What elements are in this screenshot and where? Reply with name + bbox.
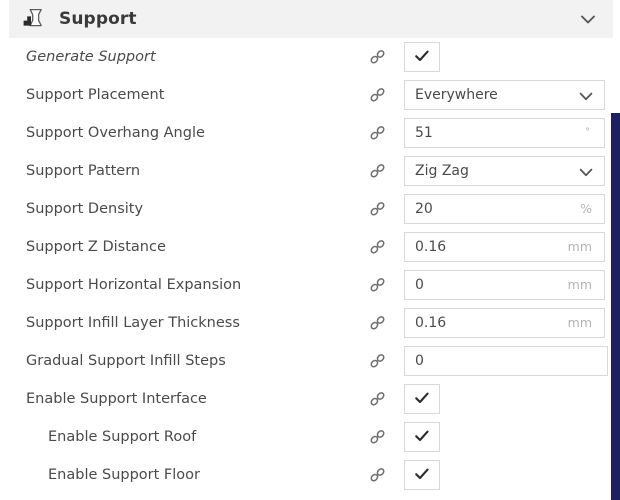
link-chain-icon[interactable] — [368, 428, 388, 446]
value-support-overhang-angle: 51 — [415, 125, 433, 141]
setting-label-support-placement: Support Placement — [26, 87, 165, 103]
value-support-placement: Everywhere — [415, 87, 498, 103]
category-title: Support — [59, 8, 137, 29]
checkbox-enable-support-floor[interactable] — [404, 460, 440, 490]
dropdown-support-placement[interactable]: Everywhere — [404, 80, 605, 110]
setting-label-enable-support-roof: Enable Support Roof — [48, 429, 197, 445]
input-support-infill-layer-thickness[interactable]: 0.16 mm — [404, 308, 605, 338]
input-support-z-distance[interactable]: 0.16 mm — [404, 232, 605, 262]
setting-label-enable-support-interface: Enable Support Interface — [26, 391, 207, 407]
setting-row-support-infill-layer-thickness: Support Infill Layer Thickness 0.16 mm — [0, 304, 620, 342]
support-settings-panel: Support Generate Support Support Placemen… — [0, 0, 620, 500]
category-header-support[interactable]: Support — [9, 0, 613, 38]
link-chain-icon[interactable] — [368, 48, 388, 66]
setting-row-support-horizontal-expansion: Support Horizontal Expansion 0 mm — [0, 266, 620, 304]
setting-row-enable-support-interface: Enable Support Interface — [0, 380, 620, 418]
unit-support-overhang-angle: ° — [585, 127, 590, 138]
dropdown-support-pattern[interactable]: Zig Zag — [404, 156, 605, 186]
setting-label-enable-support-floor: Enable Support Floor — [48, 467, 201, 483]
setting-row-support-overhang-angle: Support Overhang Angle 51 ° — [0, 114, 620, 152]
unit-support-infill-layer-thickness: mm — [567, 315, 592, 330]
setting-label-support-z-distance: Support Z Distance — [26, 239, 166, 255]
setting-label-support-infill-layer-thickness: Support Infill Layer Thickness — [26, 315, 240, 331]
setting-label-support-horizontal-expansion: Support Horizontal Expansion — [26, 277, 242, 293]
input-support-density[interactable]: 20% — [404, 194, 605, 224]
link-chain-icon[interactable] — [368, 352, 388, 370]
link-chain-icon[interactable] — [368, 276, 388, 294]
chevron-down-icon[interactable] — [578, 88, 594, 102]
input-support-horizontal-expansion[interactable]: 0 mm — [404, 270, 605, 300]
link-chain-icon[interactable] — [368, 86, 388, 104]
unit-support-z-distance: mm — [567, 239, 592, 254]
link-chain-icon[interactable] — [368, 162, 388, 180]
link-chain-icon[interactable] — [368, 200, 388, 218]
link-chain-icon[interactable] — [368, 466, 388, 484]
setting-label-support-density: Support Density — [26, 201, 144, 217]
value-support-density: 20 — [415, 201, 433, 217]
checkbox-enable-support-roof[interactable] — [404, 422, 440, 452]
unit-support-horizontal-expansion: mm — [567, 277, 592, 292]
setting-row-support-density: Support Density 20% — [0, 190, 620, 228]
setting-label-generate-support: Generate Support — [26, 49, 156, 65]
input-gradual-support-infill-steps[interactable]: 0 — [404, 346, 608, 376]
link-chain-icon[interactable] — [368, 390, 388, 408]
setting-row-gradual-support-infill-steps: Gradual Support Infill Steps 0 — [0, 342, 620, 380]
value-gradual-support-infill-steps: 0 — [415, 353, 424, 369]
chevron-down-icon[interactable] — [578, 164, 594, 178]
setting-row-support-placement: Support Placement Everywhere — [0, 76, 620, 114]
value-support-horizontal-expansion: 0 — [415, 277, 424, 293]
setting-row-enable-support-floor: Enable Support Floor — [0, 456, 620, 494]
input-support-overhang-angle[interactable]: 51 ° — [404, 118, 605, 148]
checkbox-generate-support[interactable] — [404, 42, 440, 72]
side-panel-edge — [611, 113, 620, 500]
support-icon — [21, 7, 45, 31]
checkbox-enable-support-interface[interactable] — [404, 384, 440, 414]
setting-label-support-overhang-angle: Support Overhang Angle — [26, 125, 205, 141]
setting-label-support-pattern: Support Pattern — [26, 163, 141, 179]
link-chain-icon[interactable] — [368, 238, 388, 256]
setting-row-generate-support: Generate Support — [0, 38, 620, 76]
setting-label-gradual-support-infill-steps: Gradual Support Infill Steps — [26, 353, 226, 369]
value-support-z-distance: 0.16 — [415, 239, 447, 255]
value-support-pattern: Zig Zag — [415, 163, 469, 179]
chevron-down-icon[interactable] — [577, 8, 599, 30]
setting-row-support-z-distance: Support Z Distance 0.16 mm — [0, 228, 620, 266]
link-chain-icon[interactable] — [368, 314, 388, 332]
settings-list: Generate Support Support Placement Everywh… — [0, 38, 620, 500]
check-icon — [414, 48, 430, 67]
check-icon — [414, 466, 430, 485]
unit-support-density: % — [580, 201, 592, 216]
value-support-infill-layer-thickness: 0.16 — [415, 315, 447, 331]
setting-row-enable-support-roof: Enable Support Roof — [0, 418, 620, 456]
check-icon — [414, 428, 430, 447]
link-chain-icon[interactable] — [368, 124, 388, 142]
check-icon — [414, 390, 430, 409]
setting-row-support-pattern: Support Pattern Zig Zag — [0, 152, 620, 190]
